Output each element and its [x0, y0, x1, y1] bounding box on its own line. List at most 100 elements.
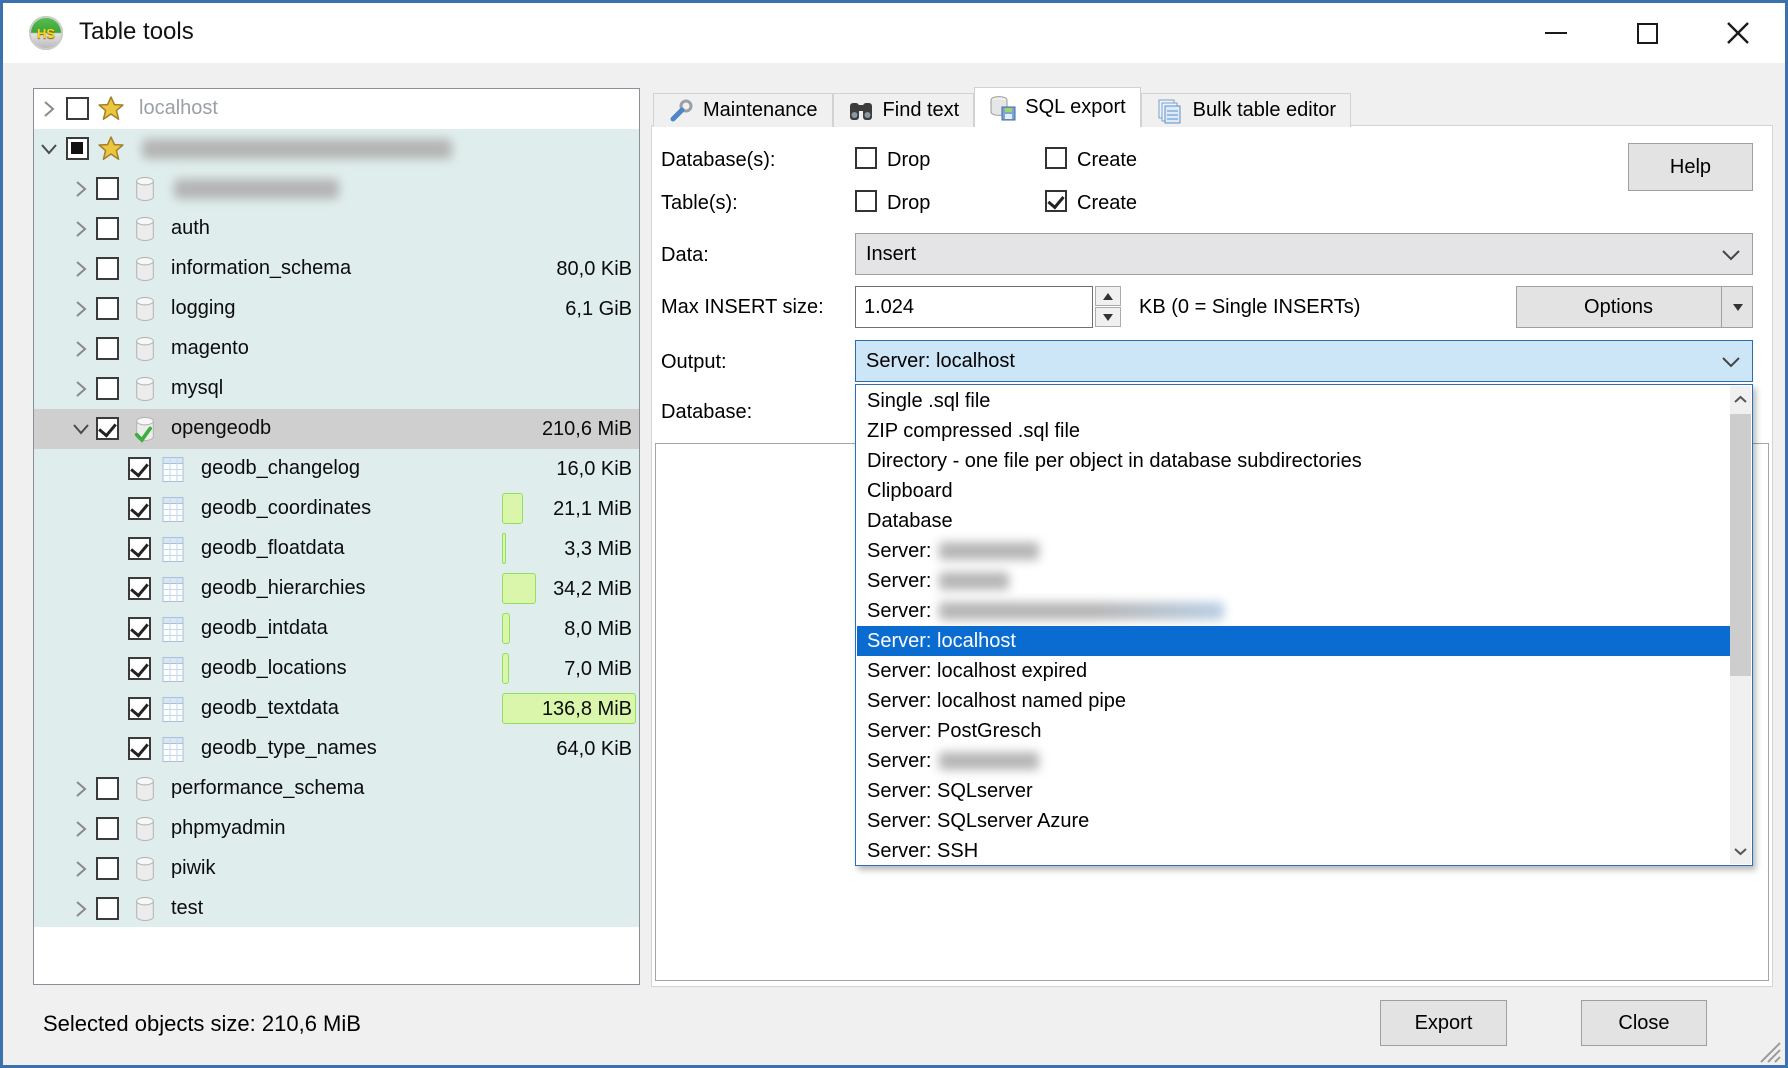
- tree-checkbox[interactable]: [96, 297, 119, 320]
- tree-row[interactable]: geodb_floatdata3,3 MiB: [34, 529, 639, 569]
- tree-chevron[interactable]: [40, 100, 58, 118]
- tree-row[interactable]: information_schema80,0 KiB: [34, 249, 639, 289]
- database-icon: [134, 896, 156, 923]
- tree-item-label: geodb_intdata: [201, 617, 328, 640]
- tree-row[interactable]: opengeodb210,6 MiB: [34, 409, 639, 449]
- dropdown-item[interactable]: Database: [857, 506, 1731, 536]
- tree-checkbox[interactable]: [128, 497, 151, 520]
- tree-checkbox[interactable]: [128, 537, 151, 560]
- tree-chevron[interactable]: [72, 220, 90, 238]
- help-button[interactable]: Help: [1628, 143, 1753, 191]
- stepper-up-button[interactable]: [1095, 286, 1121, 306]
- options-button[interactable]: Options: [1516, 286, 1753, 328]
- resize-grip[interactable]: [1753, 1035, 1781, 1063]
- tree-row[interactable]: auth: [34, 209, 639, 249]
- tab-maintenance[interactable]: Maintenance: [653, 93, 833, 127]
- tree-chevron[interactable]: [72, 780, 90, 798]
- dropdown-item[interactable]: Server: localhost: [857, 626, 1731, 656]
- tree-chevron[interactable]: [72, 820, 90, 838]
- tree-checkbox[interactable]: [128, 577, 151, 600]
- tree-row[interactable]: [34, 169, 639, 209]
- tree-chevron[interactable]: [72, 380, 90, 398]
- options-dropdown-button[interactable]: [1721, 286, 1753, 328]
- tree-row[interactable]: phpmyadmin: [34, 809, 639, 849]
- minimize-button[interactable]: [1524, 3, 1588, 63]
- dropdown-item[interactable]: Single .sql file: [857, 386, 1731, 416]
- tree-row[interactable]: geodb_type_names64,0 KiB: [34, 729, 639, 769]
- tree-checkbox[interactable]: [128, 457, 151, 480]
- tree-row[interactable]: geodb_locations7,0 MiB: [34, 649, 639, 689]
- tree-chevron[interactable]: [72, 340, 90, 358]
- tree-checkbox[interactable]: [66, 137, 89, 160]
- dropdown-item[interactable]: Server:: [857, 536, 1731, 566]
- tables-create-checkbox[interactable]: [1045, 190, 1067, 212]
- dropdown-item[interactable]: Server:: [857, 746, 1731, 776]
- dropdown-item[interactable]: ZIP compressed .sql file: [857, 416, 1731, 446]
- tree-chevron[interactable]: [40, 140, 58, 158]
- tree-row[interactable]: mysql: [34, 369, 639, 409]
- tree-row[interactable]: test: [34, 889, 639, 929]
- tree-chevron[interactable]: [72, 300, 90, 318]
- data-combobox[interactable]: Insert: [855, 233, 1753, 275]
- output-combobox[interactable]: Server: localhost: [855, 340, 1753, 382]
- tree-checkbox[interactable]: [96, 337, 119, 360]
- dropdown-item[interactable]: Server:: [857, 596, 1731, 626]
- tree-checkbox[interactable]: [96, 417, 119, 440]
- tree-row[interactable]: magento: [34, 329, 639, 369]
- tree-row[interactable]: geodb_hierarchies34,2 MiB: [34, 569, 639, 609]
- tree-row[interactable]: logging6,1 GiB: [34, 289, 639, 329]
- dropdown-item[interactable]: Server: PostGresch: [857, 716, 1731, 746]
- tree-checkbox[interactable]: [128, 737, 151, 760]
- export-button[interactable]: Export: [1380, 1000, 1507, 1046]
- tables-drop-checkbox[interactable]: [855, 190, 877, 212]
- dropdown-item[interactable]: Server: SQLserver: [857, 776, 1731, 806]
- tree-checkbox[interactable]: [128, 697, 151, 720]
- tree-chevron[interactable]: [72, 900, 90, 918]
- tree-checkbox[interactable]: [96, 217, 119, 240]
- tree-chevron[interactable]: [72, 180, 90, 198]
- tree-row[interactable]: localhost: [34, 89, 639, 129]
- databases-create-checkbox[interactable]: [1045, 147, 1067, 169]
- dropdown-item[interactable]: Clipboard: [857, 476, 1731, 506]
- tree-chevron[interactable]: [72, 860, 90, 878]
- tree-row[interactable]: geodb_intdata8,0 MiB: [34, 609, 639, 649]
- object-tree[interactable]: localhost auth information_schema80,0 Ki…: [33, 88, 640, 985]
- dropdown-item[interactable]: Server: localhost expired: [857, 656, 1731, 686]
- scroll-down-button[interactable]: [1730, 838, 1751, 864]
- tree-chevron[interactable]: [72, 420, 90, 438]
- tree-checkbox[interactable]: [96, 377, 119, 400]
- tree-row[interactable]: piwik: [34, 849, 639, 889]
- databases-drop-checkbox[interactable]: [855, 147, 877, 169]
- tree-row[interactable]: performance_schema: [34, 769, 639, 809]
- dropdown-scrollbar[interactable]: [1730, 386, 1751, 864]
- close-button[interactable]: Close: [1581, 1000, 1707, 1046]
- close-window-button[interactable]: [1706, 3, 1770, 63]
- dropdown-item[interactable]: Directory - one file per object in datab…: [857, 446, 1731, 476]
- tree-row[interactable]: [34, 129, 639, 169]
- tree-checkbox[interactable]: [96, 257, 119, 280]
- tree-row[interactable]: geodb_changelog16,0 KiB: [34, 449, 639, 489]
- maximize-button[interactable]: [1615, 3, 1679, 63]
- tree-checkbox[interactable]: [128, 617, 151, 640]
- scroll-up-button[interactable]: [1730, 386, 1751, 412]
- tree-checkbox[interactable]: [96, 897, 119, 920]
- tree-row[interactable]: geodb_textdata136,8 MiB: [34, 689, 639, 729]
- tree-checkbox[interactable]: [96, 857, 119, 880]
- tree-checkbox[interactable]: [96, 777, 119, 800]
- dropdown-item[interactable]: Server: SSH: [857, 836, 1731, 866]
- dropdown-item[interactable]: Server: SQLserver Azure: [857, 806, 1731, 836]
- tree-checkbox[interactable]: [96, 817, 119, 840]
- dropdown-item[interactable]: Server:: [857, 566, 1731, 596]
- max-insert-size-input[interactable]: 1.024: [855, 286, 1093, 328]
- dropdown-item[interactable]: Server: localhost named pipe: [857, 686, 1731, 716]
- tab-find-text[interactable]: Find text: [833, 93, 975, 127]
- tree-checkbox[interactable]: [96, 177, 119, 200]
- tab-sql-export[interactable]: SQL export: [974, 87, 1140, 127]
- scrollbar-thumb[interactable]: [1730, 414, 1751, 676]
- tab-bulk-table-editor[interactable]: Bulk table editor: [1141, 93, 1351, 127]
- tree-checkbox[interactable]: [66, 97, 89, 120]
- tree-row[interactable]: geodb_coordinates21,1 MiB: [34, 489, 639, 529]
- tree-chevron[interactable]: [72, 260, 90, 278]
- stepper-down-button[interactable]: [1095, 307, 1121, 327]
- tree-checkbox[interactable]: [128, 657, 151, 680]
